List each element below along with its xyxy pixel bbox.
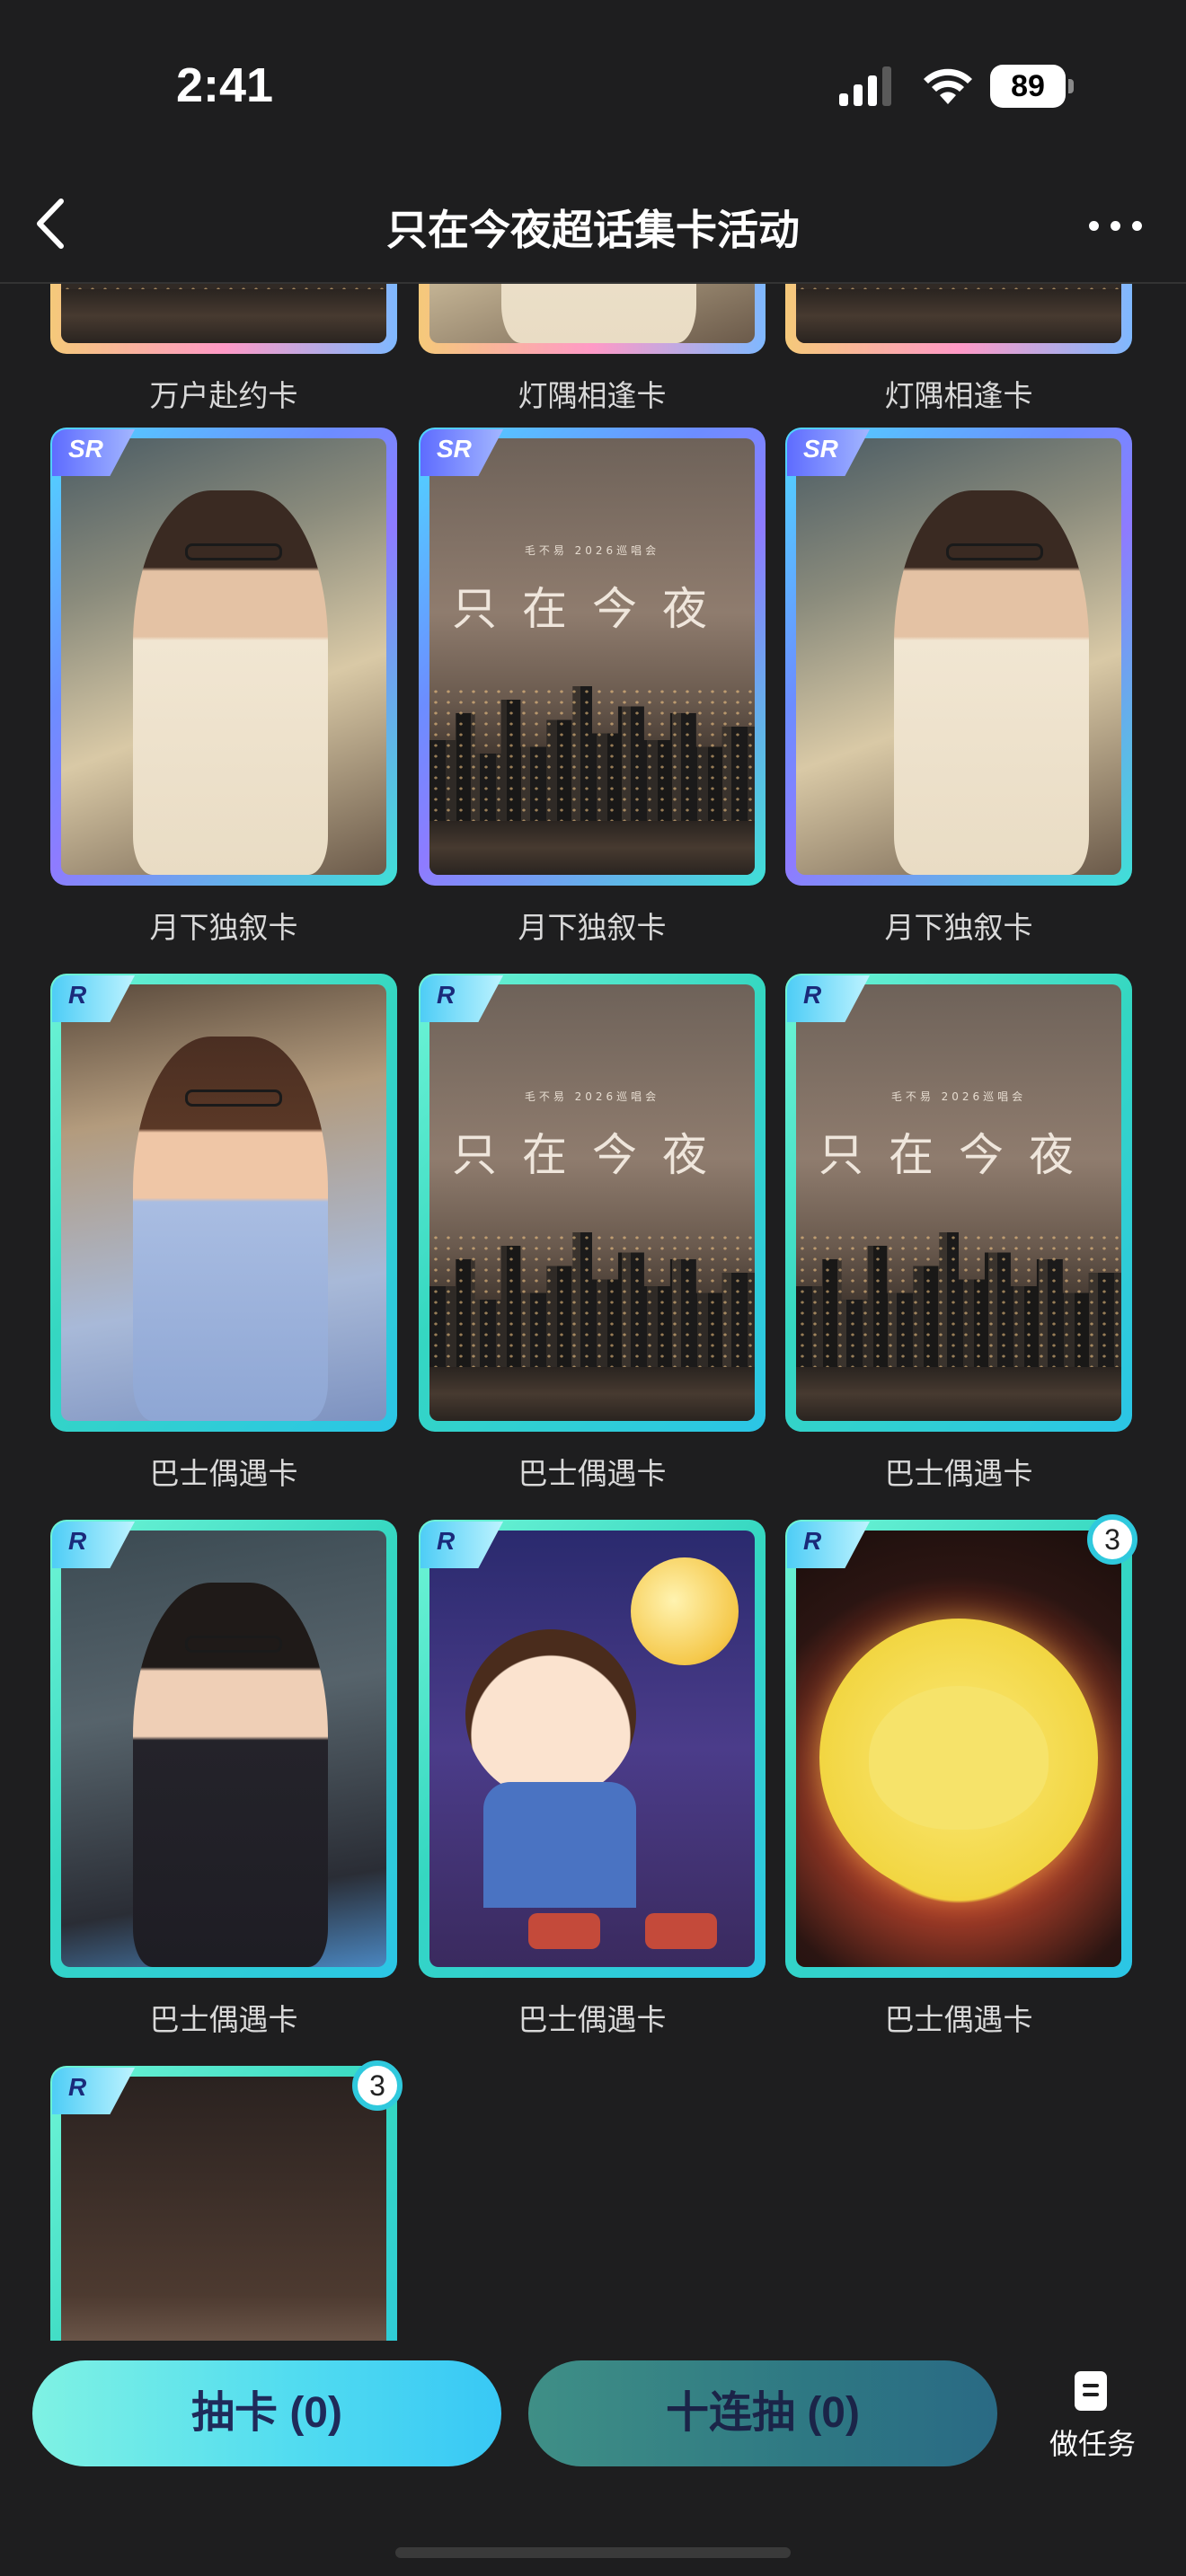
card-name: 巴士偶遇卡 [149, 2002, 298, 2037]
card-art [429, 284, 755, 343]
poster-title: 只在今夜 [452, 583, 732, 635]
card-art [796, 438, 1121, 875]
card-art [429, 1531, 755, 1967]
card-count-badge: 3 [352, 2060, 403, 2111]
card-frame [419, 1520, 766, 1978]
card-art [61, 438, 386, 875]
card-frame [785, 1520, 1132, 1978]
card-frame: 毛不易 2026巡唱会 只在今夜 [419, 428, 766, 886]
rarity-label: R [437, 1527, 456, 1555]
battery-level: 89 [1011, 69, 1045, 103]
card-art: 毛不易 2026巡唱会 只在今夜 [429, 984, 755, 1421]
more-options-icon[interactable] [1085, 203, 1148, 248]
card-frame [419, 284, 766, 354]
card-frame [50, 1520, 397, 1978]
draw-card-button[interactable]: 抽卡 (0) [32, 2360, 501, 2466]
card-count-badge: 3 [1087, 1514, 1137, 1565]
do-tasks-label: 做任务 [1049, 2427, 1136, 2461]
rarity-label: SR [803, 435, 838, 463]
rarity-label: R [437, 981, 456, 1009]
card-frame [785, 284, 1132, 354]
poster-subtitle: 毛不易 2026巡唱会 [524, 1090, 660, 1103]
back-chevron-icon[interactable] [23, 192, 86, 255]
card-name: 巴士偶遇卡 [884, 1456, 1033, 1491]
rarity-label: R [68, 1527, 87, 1555]
rarity-label: R [803, 981, 822, 1009]
card-art [61, 984, 386, 1421]
nav-header: 只在今夜超话集卡活动 [0, 171, 1186, 284]
moon-illustration [631, 1557, 739, 1665]
card-frame [50, 428, 397, 886]
card-name: 巴士偶遇卡 [518, 1456, 667, 1491]
card-name: 月下独叙卡 [518, 910, 667, 945]
ten-draw-button[interactable]: 十连抽 (0) [528, 2360, 997, 2466]
card-grid: 万户赴约卡 灯隅相逢卡 灯隅相逢卡 SR 月下独叙卡 毛不易 2026巡唱会 只… [0, 284, 1186, 2341]
chibi-illustration [465, 1629, 636, 1800]
card-art [61, 1531, 386, 1967]
wifi-icon [924, 68, 972, 104]
cellular-signal-icon [839, 66, 891, 106]
poster-title: 只在今夜 [452, 1129, 732, 1181]
card-name: 巴士偶遇卡 [518, 2002, 667, 2037]
rarity-label: SR [437, 435, 472, 463]
page-title: 只在今夜超话集卡活动 [386, 206, 800, 254]
battery-icon: 89 [990, 65, 1074, 108]
card-frame: 毛不易 2026巡唱会 只在今夜 [419, 974, 766, 1432]
do-tasks-button[interactable]: 做任务 [1039, 2371, 1146, 2470]
card-name: 月下独叙卡 [149, 910, 298, 945]
rarity-label: R [68, 981, 87, 1009]
card-name: 月下独叙卡 [884, 910, 1033, 945]
rarity-label: R [803, 1527, 822, 1555]
poster-title: 只在今夜 [819, 1129, 1099, 1181]
card-frame: 毛不易 2026巡唱会 只在今夜 [785, 974, 1132, 1432]
bottom-action-bar: 抽卡 (0) 十连抽 (0) 做任务 [0, 2341, 1186, 2576]
rarity-label: R [68, 2073, 87, 2101]
card-art: 毛不易 2026巡唱会 只在今夜 [429, 438, 755, 875]
card-name: 巴士偶遇卡 [884, 2002, 1033, 2037]
status-time: 2:41 [176, 58, 274, 112]
rarity-label: SR [68, 435, 103, 463]
card-frame [50, 974, 397, 1432]
card-name: 万户赴约卡 [149, 378, 298, 413]
task-list-icon [1075, 2371, 1107, 2411]
poster-subtitle: 毛不易 2026巡唱会 [524, 544, 660, 557]
card-name: 巴士偶遇卡 [149, 1456, 298, 1491]
card-art: 毛不易 2026巡唱会 只在今夜 [796, 984, 1121, 1421]
card-name: 灯隅相逢卡 [884, 378, 1033, 413]
card-art [796, 1531, 1121, 1967]
card-name: 灯隅相逢卡 [518, 378, 667, 413]
card-frame [50, 284, 397, 354]
card-frame [785, 428, 1132, 886]
card-art [61, 2077, 386, 2341]
card-art [61, 284, 386, 343]
home-indicator [395, 2547, 791, 2558]
poster-subtitle: 毛不易 2026巡唱会 [890, 1090, 1027, 1103]
card-art [796, 284, 1121, 343]
status-bar: 2:41 89 [0, 0, 1186, 171]
